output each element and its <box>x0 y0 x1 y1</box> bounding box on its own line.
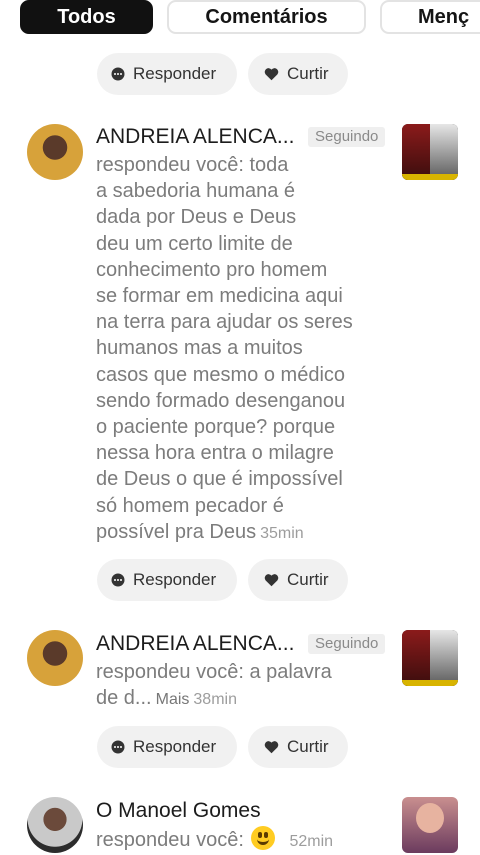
like-label: Curtir <box>287 570 329 589</box>
user-name[interactable]: ANDREIA ALENCA... <box>96 632 294 656</box>
video-thumbnail[interactable] <box>402 630 458 686</box>
heart-icon <box>264 573 279 587</box>
comment-bubble-icon <box>111 67 125 81</box>
more-link[interactable]: Mais <box>156 691 190 708</box>
reply-button[interactable]: Responder <box>97 726 237 768</box>
tab-todos[interactable]: Todos <box>20 0 153 34</box>
reply-button[interactable]: Responder <box>97 559 237 601</box>
reply-label: Responder <box>133 64 217 83</box>
following-badge: Seguindo <box>308 634 386 654</box>
reply-label: Responder <box>133 570 217 589</box>
comment-line: de d... Mais 38min <box>96 687 237 710</box>
video-thumbnail[interactable] <box>402 124 458 180</box>
comment-line: possível pra Deus 35min <box>96 520 304 543</box>
smiley-emoji-icon <box>251 826 276 850</box>
comment-line: respondeu você: 52min <box>96 826 396 855</box>
comment-line: dada por Deus e Deus <box>96 206 297 229</box>
filter-tabs: Todos Comentários Menç <box>0 0 480 40</box>
comment-line: respondeu você: a palavra <box>96 661 332 683</box>
comment-bubble-icon <box>111 740 125 754</box>
comment-line: a sabedoria humana é <box>96 180 296 203</box>
comment-line: respondeu você: toda <box>96 154 289 176</box>
reply-label: Responder <box>133 737 217 756</box>
comment-line: casos que mesmo o médico <box>96 363 346 386</box>
tab-comentarios[interactable]: Comentários <box>167 0 366 34</box>
comment-text[interactable]: respondeu você: 52min <box>96 826 396 855</box>
comment-line: deu um certo limite de <box>96 232 293 255</box>
like-button[interactable]: Curtir <box>248 559 348 601</box>
avatar[interactable] <box>27 630 83 686</box>
comment-line: nessa hora entra o milagre <box>96 442 334 465</box>
user-name[interactable]: ANDREIA ALENCA... <box>96 125 294 149</box>
like-button[interactable]: Curtir <box>248 726 348 768</box>
like-label: Curtir <box>287 737 329 756</box>
comment-text[interactable]: respondeu você: toda a sabedoria humana … <box>96 152 396 547</box>
heart-icon <box>264 740 279 754</box>
comment-line: de Deus o que é impossível <box>96 468 343 491</box>
avatar[interactable] <box>27 124 83 180</box>
comment-line: só homem pecador é <box>96 494 284 517</box>
user-name[interactable]: O Manoel Gomes <box>96 799 261 823</box>
comment-bubble-icon <box>111 573 125 587</box>
comment-line: na terra para ajudar os seres <box>96 311 353 334</box>
reply-button[interactable]: Responder <box>97 53 237 95</box>
comment-text[interactable]: respondeu você: a palavra de d... Mais 38m… <box>96 659 396 713</box>
heart-icon <box>264 67 279 81</box>
comment-line: o paciente porque? porque <box>96 416 336 439</box>
like-label: Curtir <box>287 64 329 83</box>
tab-mencoes[interactable]: Menç <box>380 0 480 34</box>
comment-line: sendo formado desenganou <box>96 389 346 412</box>
following-badge: Seguindo <box>308 127 386 147</box>
comment-line: humanos mas a muitos <box>96 337 303 360</box>
timestamp: 38min <box>193 691 237 709</box>
comment-line: se formar em medicina aqui <box>96 285 343 308</box>
timestamp: 35min <box>260 524 304 542</box>
like-button[interactable]: Curtir <box>248 53 348 95</box>
video-thumbnail[interactable] <box>402 797 458 853</box>
comment-line: conhecimento pro homem <box>96 258 328 281</box>
timestamp: 52min <box>289 833 334 850</box>
avatar[interactable] <box>27 797 83 853</box>
